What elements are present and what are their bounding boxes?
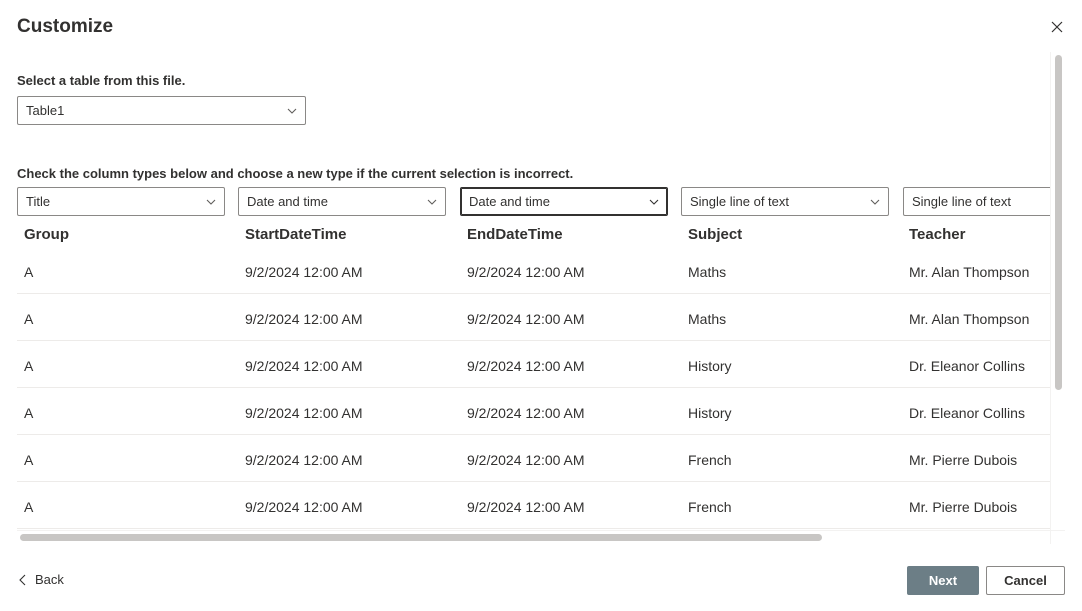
table-cell: 9/2/2024 12:00 AM (245, 452, 363, 468)
close-icon (1051, 21, 1063, 33)
table-cell: Mr. Alan Thompson (909, 311, 1030, 327)
table-dropdown[interactable]: Table1 (17, 96, 306, 125)
table-cell: A (24, 311, 34, 327)
table-cell: 9/2/2024 12:00 AM (245, 499, 363, 515)
column-type-value: Single line of text (912, 194, 1012, 209)
column-header-teacher: Teacher (909, 226, 966, 243)
column-type-value: Title (26, 194, 51, 209)
column-types-label: Check the column types below and choose … (17, 166, 574, 181)
column-type-value: Date and time (469, 194, 550, 209)
table-cell: 9/2/2024 12:00 AM (467, 358, 585, 374)
table-cell: Dr. Eleanor Collins (909, 405, 1025, 421)
column-type-dropdown-startdatetime[interactable]: Date and time (238, 187, 446, 216)
table-cell: A (24, 499, 34, 515)
table-cell: 9/2/2024 12:00 AM (245, 405, 363, 421)
chevron-left-icon (19, 574, 26, 585)
table-cell: Mr. Pierre Dubois (909, 452, 1018, 468)
chevron-down-icon (427, 199, 437, 205)
close-button[interactable] (1047, 17, 1067, 37)
column-type-dropdown-subject[interactable]: Single line of text (681, 187, 889, 216)
back-button[interactable]: Back (19, 572, 64, 587)
table-row: A 9/2/2024 12:00 AM 9/2/2024 12:00 AM Hi… (17, 388, 1050, 435)
next-button[interactable]: Next (907, 566, 979, 595)
column-header-enddatetime: EndDateTime (467, 226, 563, 243)
table-cell: History (688, 405, 732, 421)
chevron-down-icon (870, 199, 880, 205)
vertical-scrollbar-thumb[interactable] (1055, 55, 1062, 390)
table-cell: 9/2/2024 12:00 AM (245, 358, 363, 374)
table-select-label: Select a table from this file. (17, 73, 186, 88)
column-header-group: Group (24, 226, 69, 243)
table-cell: 9/2/2024 12:00 AM (245, 264, 363, 280)
table-cell: Dr. Eleanor Collins (909, 358, 1025, 374)
table-cell: 9/2/2024 12:00 AM (467, 499, 585, 515)
table-cell: 9/2/2024 12:00 AM (467, 405, 585, 421)
table-dropdown-value: Table1 (26, 103, 65, 118)
preview-grid: Title Date and time Date and time Single… (17, 184, 1050, 530)
back-button-label: Back (35, 572, 64, 587)
horizontal-scrollbar-thumb[interactable] (20, 534, 822, 541)
table-cell: A (24, 358, 34, 374)
table-cell: A (24, 405, 34, 421)
table-cell: Maths (688, 311, 727, 327)
column-type-value: Single line of text (690, 194, 790, 209)
table-row: A 9/2/2024 12:00 AM 9/2/2024 12:00 AM Ma… (17, 294, 1050, 341)
table-cell: 9/2/2024 12:00 AM (467, 311, 585, 327)
table-cell: Mr. Pierre Dubois (909, 499, 1018, 515)
column-type-dropdown-group[interactable]: Title (17, 187, 225, 216)
column-type-value: Date and time (247, 194, 328, 209)
table-cell: 9/2/2024 12:00 AM (467, 452, 585, 468)
chevron-down-icon (206, 199, 216, 205)
table-cell: French (688, 452, 732, 468)
cancel-button[interactable]: Cancel (986, 566, 1065, 595)
table-row: A 9/2/2024 12:00 AM 9/2/2024 12:00 AM Ma… (17, 247, 1050, 294)
table-cell: Maths (688, 264, 727, 280)
table-row: A 9/2/2024 12:00 AM 9/2/2024 12:00 AM Fr… (17, 482, 1050, 529)
column-header-subject: Subject (688, 226, 743, 243)
table-row: A 9/2/2024 12:00 AM 9/2/2024 12:00 AM Hi… (17, 341, 1050, 388)
table-cell: Mr. Alan Thompson (909, 264, 1030, 280)
column-type-dropdown-enddatetime[interactable]: Date and time (460, 187, 668, 216)
table-cell: A (24, 452, 34, 468)
column-header-startdatetime: StartDateTime (245, 226, 347, 243)
table-cell: 9/2/2024 12:00 AM (245, 311, 363, 327)
table-row: A 9/2/2024 12:00 AM 9/2/2024 12:00 AM Fr… (17, 435, 1050, 482)
table-cell: French (688, 499, 732, 515)
table-cell: History (688, 358, 732, 374)
table-cell: A (24, 264, 34, 280)
chevron-down-icon (649, 199, 659, 205)
chevron-down-icon (287, 108, 297, 114)
table-cell: 9/2/2024 12:00 AM (467, 264, 585, 280)
dialog-title: Customize (17, 16, 114, 37)
column-type-dropdown-teacher[interactable]: Single line of text (903, 187, 1050, 216)
